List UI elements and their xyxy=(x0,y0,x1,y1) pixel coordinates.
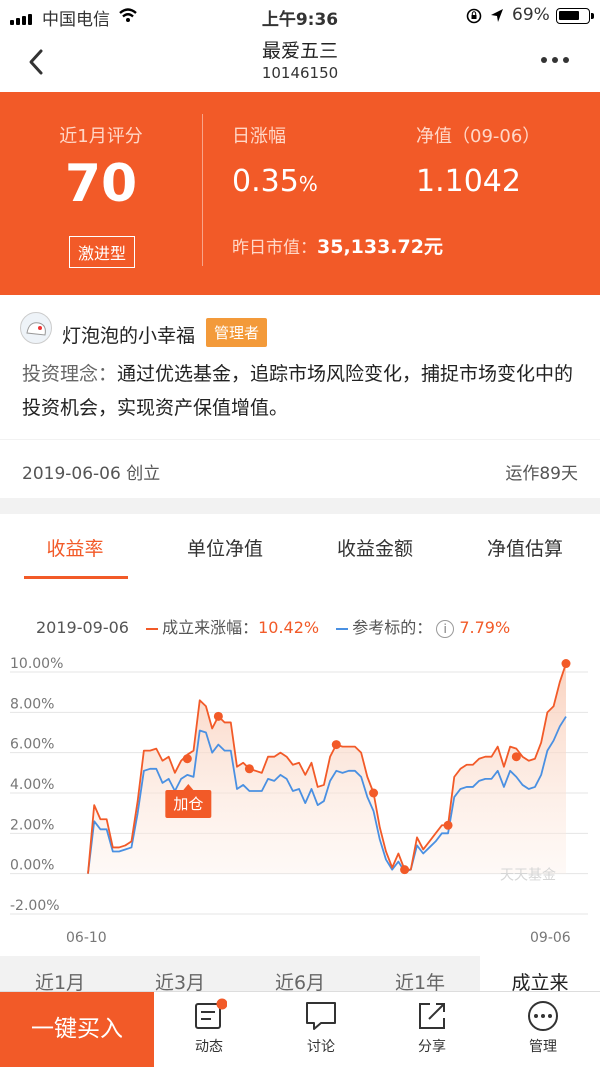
trade-marker xyxy=(511,752,521,762)
chat-icon xyxy=(306,1002,336,1030)
y-tick-label: 6.00% xyxy=(10,737,54,753)
avatar-icon xyxy=(26,322,46,336)
created-date: 2019-06-06 创立 xyxy=(22,464,161,484)
y-tick-label: 4.00% xyxy=(10,777,54,793)
period-tabs: 近1月 近3月 近6月 近1年 成立来 xyxy=(0,956,600,992)
investment-idea: 投资理念：通过优选基金，追踪市场风险变化，捕捉市场变化中的投资机会，实现资产保值… xyxy=(22,363,574,419)
x-end-label: 09-06 xyxy=(530,930,571,946)
period-6m[interactable]: 近6月 xyxy=(240,968,360,992)
daily-change-label: 日涨幅 xyxy=(232,126,286,147)
trade-marker xyxy=(213,711,223,721)
watermark: 天天基金 xyxy=(500,867,556,884)
fund-summary: 近1月评分 70 激进型 日涨幅 0.35% 净值（09-06） 1.1042 … xyxy=(0,92,600,295)
score-value: 70 xyxy=(64,154,138,214)
period-1y[interactable]: 近1年 xyxy=(360,968,480,992)
divider xyxy=(202,114,203,266)
clock: 上午9:36 xyxy=(261,10,339,30)
trade-marker xyxy=(369,788,379,798)
fund-title: 最爱五三 xyxy=(261,40,338,62)
nav-discuss[interactable]: 讨论 xyxy=(266,998,376,1056)
trade-marker xyxy=(182,754,192,764)
active-tab-underline xyxy=(24,576,128,579)
location-icon xyxy=(491,9,503,22)
market-value: 昨日市值：35,133.72元 xyxy=(232,236,443,258)
battery-percent: 69% xyxy=(512,5,550,25)
chart-tabs: 收益率 单位净值 收益金额 净值估算 xyxy=(0,514,600,580)
nav-manage[interactable]: 管理 xyxy=(488,998,598,1056)
nav-label: 净值（09-06） xyxy=(416,126,541,147)
y-tick-label: 0.00% xyxy=(10,858,54,874)
avatar[interactable] xyxy=(20,312,52,344)
nav-value: 1.1042 xyxy=(416,164,521,199)
manager-badge: 管理者 xyxy=(206,318,268,347)
trade-marker xyxy=(561,659,571,669)
x-start-label: 06-10 xyxy=(66,930,107,946)
return-chart[interactable]: 10.00% 8.00% 6.00% 4.00% 2.00% 0.00% -2.00% 天天基… xyxy=(0,580,600,956)
period-since-inception[interactable]: 成立来 xyxy=(480,956,600,992)
tab-nav-estimate[interactable]: 净值估算 xyxy=(450,534,600,561)
score-label: 近1月评分 xyxy=(59,126,143,147)
trade-marker xyxy=(443,820,453,830)
manage-icon xyxy=(528,1001,558,1031)
tab-return-rate[interactable]: 收益率 xyxy=(0,534,150,561)
nav-share[interactable]: 分享 xyxy=(377,998,487,1056)
status-bar: 中国电信 上午9:36 69% xyxy=(0,0,600,30)
trade-marker xyxy=(244,764,254,774)
period-1m[interactable]: 近1月 xyxy=(0,968,120,992)
fund-code: 10146150 xyxy=(261,64,339,82)
orientation-lock-icon xyxy=(466,8,482,24)
bottom-bar: 一键买入 动态 讨论 分享 管理 xyxy=(0,991,600,1067)
manager-section: 灯泡泡的小幸福 管理者 投资理念：通过优选基金，追踪市场风险变化，捕捉市场变化中… xyxy=(0,295,600,439)
running-days: 运作89天 xyxy=(505,464,578,484)
daily-change-value: 0.35% xyxy=(232,164,318,199)
nav-dynamic[interactable]: 动态 xyxy=(154,998,264,1056)
trade-marker xyxy=(400,865,410,875)
nav-bar: 最爱五三 10146150 xyxy=(0,30,600,92)
buy-button[interactable]: 一键买入 xyxy=(0,992,154,1067)
y-tick-label: 2.00% xyxy=(10,817,54,833)
share-icon xyxy=(419,1003,445,1029)
chart-area: 2019-09-06 成立来涨幅：10.42% 参考标的： i 7.79% 10.… xyxy=(0,580,600,956)
y-tick-label: 10.00% xyxy=(10,656,63,672)
battery-icon xyxy=(556,8,594,24)
y-tick-label: 8.00% xyxy=(10,696,54,712)
trade-marker xyxy=(331,740,341,750)
more-icon[interactable] xyxy=(540,56,570,64)
manager-name[interactable]: 灯泡泡的小幸福 xyxy=(62,321,195,348)
dynamic-icon xyxy=(195,998,227,1029)
tab-unit-nav[interactable]: 单位净值 xyxy=(150,534,300,561)
tab-profit-amount[interactable]: 收益金额 xyxy=(300,534,450,561)
add-position-label: 加仓 xyxy=(173,795,203,813)
style-tag: 激进型 xyxy=(69,236,136,268)
created-row: 2019-06-06 创立 运作89天 xyxy=(0,440,600,498)
y-tick-label: -2.00% xyxy=(10,898,60,914)
period-3m[interactable]: 近3月 xyxy=(120,968,240,992)
